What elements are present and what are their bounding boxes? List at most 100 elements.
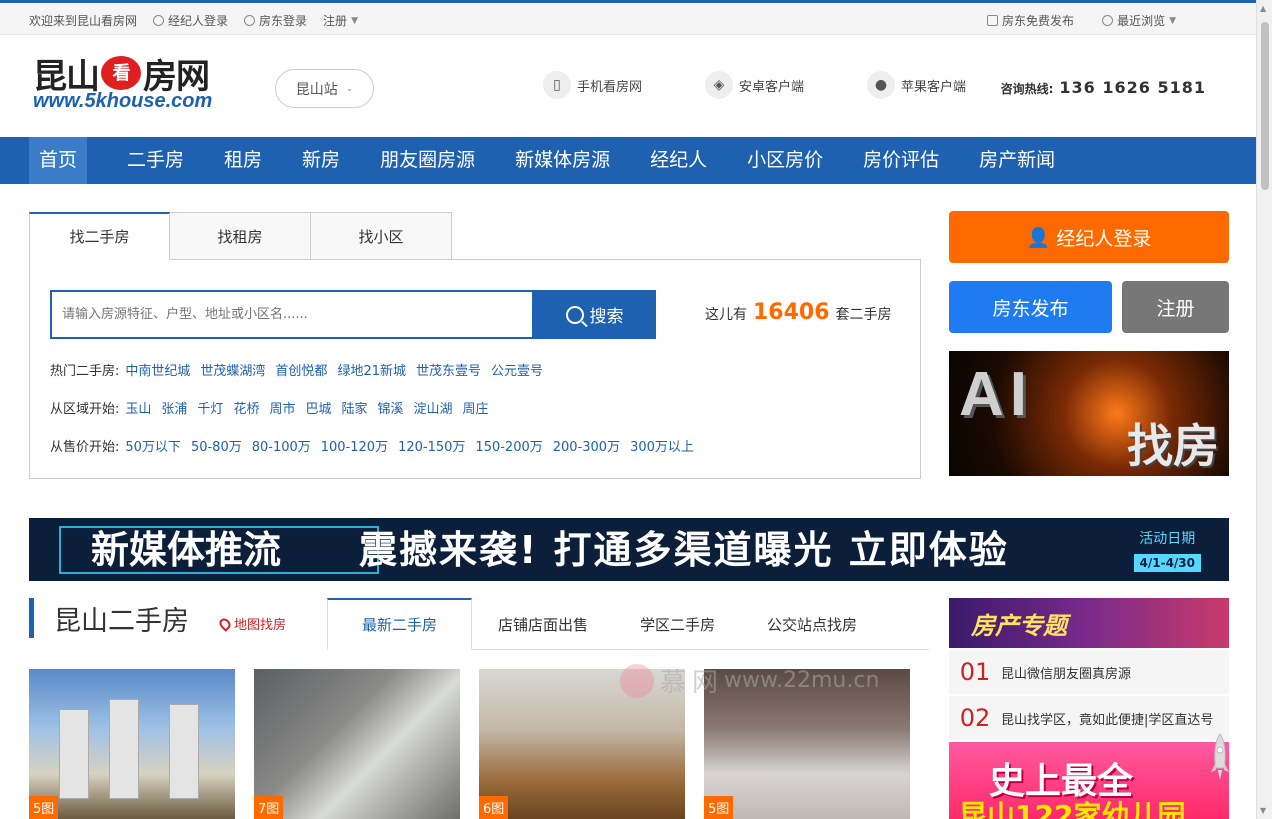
edit-icon bbox=[987, 15, 999, 26]
topic-number: 01 bbox=[959, 658, 991, 686]
chevron-down-icon: ▼ bbox=[1169, 15, 1176, 26]
nav-valuation[interactable]: 房价评估 bbox=[843, 137, 959, 184]
topic-item[interactable]: 02 昆山找学区，竟如此便捷|学区直达号 bbox=[949, 696, 1229, 740]
station-selector[interactable]: 昆山站 ⌄ bbox=[275, 69, 374, 108]
agent-login-link[interactable]: 经纪人登录 bbox=[153, 12, 228, 29]
tab-latest[interactable]: 最新二手房 bbox=[327, 598, 473, 650]
tab-bus[interactable]: 公交站点找房 bbox=[741, 598, 883, 650]
nav-second-hand[interactable]: 二手房 bbox=[107, 137, 204, 184]
header: 昆山看房网 www.5khouse.com 昆山站 ⌄ ▯ 手机看房网 ◈ 安卓客户端… bbox=[0, 36, 1256, 137]
price-link[interactable]: 200-300万 bbox=[553, 436, 620, 455]
area-filter: 从区域开始: 玉山 张浦 千灯 花桥 周市 巴城 陆家 锦溪 淀山湖 周庄 bbox=[50, 398, 489, 417]
listing-card[interactable]: 5图 bbox=[29, 669, 235, 819]
logo-url: www.5khouse.com bbox=[33, 90, 213, 112]
area-link[interactable]: 周市 bbox=[269, 398, 295, 417]
register-dropdown[interactable]: 注册 ▼ bbox=[323, 12, 358, 29]
promo-banner[interactable]: 新媒体推流 震撼来袭! 打通多渠道曝光 立即体验 活动日期 4/1-4/30 bbox=[29, 518, 1229, 581]
kindergarten-banner[interactable]: 史上最全 昆山122家幼儿园 bbox=[949, 742, 1229, 819]
register-button[interactable]: 注册 bbox=[1122, 281, 1229, 333]
owner-publish-link[interactable]: 房东免费发布 bbox=[987, 12, 1074, 29]
price-link[interactable]: 80-100万 bbox=[252, 436, 311, 455]
area-label: 从区域开始: bbox=[50, 402, 120, 417]
building-shape bbox=[109, 699, 139, 799]
hot-link[interactable]: 公元壹号 bbox=[491, 360, 543, 379]
hot-link[interactable]: 绿地21新城 bbox=[337, 360, 406, 379]
promo-date-label: 活动日期 bbox=[1139, 531, 1196, 547]
tab-second-hand[interactable]: 找二手房 bbox=[29, 212, 170, 260]
page-scrollbar[interactable]: ▲ ▼ bbox=[1256, 0, 1272, 819]
area-link[interactable]: 陆家 bbox=[341, 398, 367, 417]
building-shape bbox=[59, 709, 89, 799]
logo-eye-icon: 看 bbox=[101, 56, 141, 90]
price-label: 从售价开始: bbox=[50, 440, 120, 455]
tab-rent[interactable]: 找租房 bbox=[170, 212, 311, 260]
price-link[interactable]: 150-200万 bbox=[475, 436, 542, 455]
listing-card[interactable]: 7图 bbox=[254, 669, 460, 819]
nav-new-media[interactable]: 新媒体房源 bbox=[495, 137, 630, 184]
price-link[interactable]: 300万以上 bbox=[630, 436, 694, 455]
topic-text: 昆山微信朋友圈真房源 bbox=[1001, 666, 1132, 682]
scroll-down-icon[interactable]: ▼ bbox=[1260, 806, 1266, 815]
count-suffix: 套二手房 bbox=[835, 307, 892, 323]
tab-school[interactable]: 学区二手房 bbox=[614, 598, 741, 650]
tab-community[interactable]: 找小区 bbox=[311, 212, 452, 260]
area-link[interactable]: 锦溪 bbox=[378, 398, 404, 417]
owner-login-label: 房东登录 bbox=[259, 14, 308, 28]
map-search-label: 地图找房 bbox=[234, 618, 287, 633]
phone-icon: ▯ bbox=[543, 71, 571, 99]
owner-publish-button[interactable]: 房东发布 bbox=[949, 281, 1112, 333]
promo-date: 活动日期 4/1-4/30 bbox=[1133, 528, 1201, 572]
hot-filter: 热门二手房: 中南世纪城 世茂蝶湖湾 首创悦都 绿地21新城 世茂东壹号 公元壹… bbox=[50, 360, 543, 379]
search-button[interactable]: 搜索 bbox=[533, 290, 656, 339]
site-logo[interactable]: 昆山看房网 www.5khouse.com bbox=[33, 54, 253, 118]
search-panel: 找二手房 找租房 找小区 搜索 这儿有 16406 套二手房 热门二手房: 中南世纪… bbox=[29, 212, 921, 479]
nav-rent[interactable]: 租房 bbox=[204, 137, 282, 184]
station-label: 昆山站 bbox=[295, 81, 338, 98]
price-link[interactable]: 120-150万 bbox=[398, 436, 465, 455]
back-to-top-rocket-icon[interactable] bbox=[1210, 732, 1230, 782]
scroll-up-icon[interactable]: ▲ bbox=[1260, 4, 1266, 13]
photo-count-badge: 7图 bbox=[254, 796, 284, 819]
photo-count-badge: 6图 bbox=[479, 796, 509, 819]
recent-label: 最近浏览 bbox=[1117, 14, 1166, 28]
owner-login-link[interactable]: 房东登录 bbox=[244, 12, 307, 29]
agent-login-button[interactable]: 👤 经纪人登录 bbox=[949, 211, 1229, 263]
watermark: 慕网 www.22mu.cn bbox=[620, 662, 879, 699]
price-link[interactable]: 50万以下 bbox=[125, 436, 181, 455]
hot-link[interactable]: 世茂东壹号 bbox=[416, 360, 481, 379]
scrollbar-thumb[interactable] bbox=[1261, 22, 1269, 190]
watermark-logo-icon bbox=[620, 663, 654, 698]
owner-publish-label: 房东免费发布 bbox=[1002, 14, 1075, 28]
agent-login-label: 经纪人登录 bbox=[168, 14, 229, 28]
nav-new-house[interactable]: 新房 bbox=[282, 137, 360, 184]
recent-dropdown[interactable]: 最近浏览 ▼ bbox=[1102, 12, 1176, 29]
area-link[interactable]: 淀山湖 bbox=[414, 398, 453, 417]
search-icon bbox=[565, 305, 584, 324]
search-input[interactable] bbox=[52, 292, 532, 337]
topic-item[interactable]: 01 昆山微信朋友圈真房源 bbox=[949, 650, 1229, 694]
area-link[interactable]: 张浦 bbox=[161, 398, 187, 417]
nav-moments[interactable]: 朋友圈房源 bbox=[360, 137, 495, 184]
nav-agents[interactable]: 经纪人 bbox=[630, 137, 727, 184]
nav-home[interactable]: 首页 bbox=[29, 137, 88, 184]
tab-shops[interactable]: 店铺店面出售 bbox=[472, 598, 614, 650]
nav-news[interactable]: 房产新闻 bbox=[959, 137, 1075, 184]
hot-link[interactable]: 首创悦都 bbox=[275, 360, 327, 379]
hot-link[interactable]: 世茂蝶湖湾 bbox=[200, 360, 265, 379]
area-link[interactable]: 千灯 bbox=[197, 398, 223, 417]
area-link[interactable]: 花桥 bbox=[233, 398, 259, 417]
price-link[interactable]: 100-120万 bbox=[321, 436, 388, 455]
kindergarten-banner-sub: 昆山122家幼儿园 bbox=[959, 799, 1186, 819]
android-client-link[interactable]: ◈ 安卓客户端 bbox=[705, 71, 804, 99]
apple-client-link[interactable]: ● 苹果客户端 bbox=[867, 71, 966, 99]
nav-community-price[interactable]: 小区房价 bbox=[727, 137, 843, 184]
ai-search-banner[interactable]: AI 找房 bbox=[949, 351, 1229, 476]
price-link[interactable]: 50-80万 bbox=[191, 436, 242, 455]
mobile-site-link[interactable]: ▯ 手机看房网 bbox=[543, 71, 642, 99]
hot-link[interactable]: 中南世纪城 bbox=[125, 360, 190, 379]
area-link[interactable]: 周庄 bbox=[463, 398, 489, 417]
map-search-link[interactable]: 地图找房 bbox=[217, 614, 287, 633]
area-link[interactable]: 玉山 bbox=[125, 398, 151, 417]
topic-header: 房产专题 bbox=[949, 598, 1229, 648]
area-link[interactable]: 巴城 bbox=[305, 398, 331, 417]
